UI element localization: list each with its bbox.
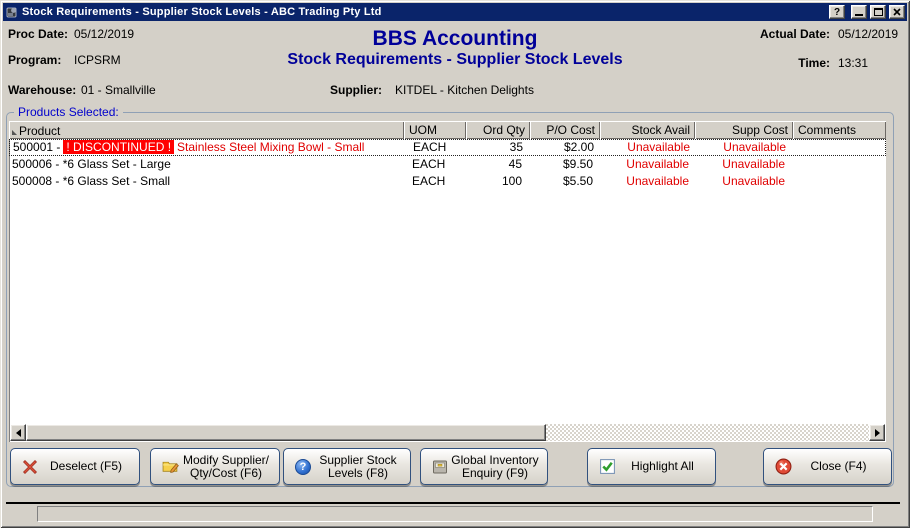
stock-avail-cell: Unavailable [601,140,696,155]
global-inventory-enquiry-button[interactable]: Global Inventory Enquiry (F9) [420,448,548,485]
modify-supplier-button[interactable]: Modify Supplier/ Qty/Cost (F6) [150,448,280,485]
supp-cost-cell: Unavailable [696,140,794,155]
scrollbar-track[interactable] [546,424,869,441]
deselect-button[interactable]: Deselect (F5) [10,448,140,485]
sort-indicator-icon [12,130,17,135]
global-inventory-enquiry-button-label: Global Inventory Enquiry (F9) [449,454,541,480]
proc-date-label: Proc Date: [8,27,68,41]
ord-qty-cell: 45 [466,156,530,173]
po-cost-cell: $5.50 [530,173,600,190]
warehouse-value: 01 - Smallville [81,83,156,97]
products-table: Product UOM Ord Qty P/O Cost Stock Avail… [9,121,886,442]
maximize-button[interactable] [870,5,886,19]
comments-cell [794,140,885,155]
app-icon [5,5,19,19]
supplier-value: KITDEL - Kitchen Delights [395,83,534,97]
column-header-stock-avail[interactable]: Stock Avail [600,121,695,139]
horizontal-scrollbar[interactable] [10,424,885,441]
highlight-all-button[interactable]: Highlight All [587,448,716,485]
supplier-stock-levels-button[interactable]: ? Supplier Stock Levels (F8) [283,448,411,485]
divider [6,502,900,504]
supplier-label: Supplier: [330,83,382,97]
actual-date-value: 05/12/2019 [838,27,898,41]
column-header-supp-cost[interactable]: Supp Cost [695,121,793,139]
column-header-comments[interactable]: Comments [793,121,886,139]
uom-cell: EACH [404,156,466,173]
close-icon [893,8,901,16]
product-cell: 500008 - *6 Glass Set - Small [9,173,404,190]
deselect-button-label: Deselect (F5) [39,460,133,473]
red-x-icon [21,458,39,476]
scroll-left-button[interactable] [10,424,26,441]
time-value: 13:31 [838,56,868,70]
product-cell: 500006 - *6 Glass Set - Large [9,156,404,173]
app-title: BBS Accounting [255,27,655,51]
program-label: Program: [8,53,61,67]
arrow-left-icon [16,429,21,437]
po-cost-cell: $2.00 [531,140,601,155]
titlebar: Stock Requirements - Supplier Stock Leve… [3,3,907,21]
minimize-button[interactable] [851,5,867,19]
cabinet-icon [431,458,449,476]
maximize-icon [874,8,883,16]
help-button[interactable]: ? [829,5,845,19]
product-description: Stainless Steel Mixing Bowl - Small [177,140,364,154]
supp-cost-cell: Unavailable [695,173,793,190]
comments-cell [793,173,886,190]
scroll-right-button[interactable] [869,424,885,441]
time-label: Time: [748,56,830,70]
table-row[interactable]: 500006 - *6 Glass Set - Large EACH 45 $9… [9,156,886,173]
minimize-icon [855,14,863,16]
supp-cost-cell: Unavailable [695,156,793,173]
supplier-stock-levels-button-label: Supplier Stock Levels (F8) [312,454,404,480]
discontinued-flag: ! DISCONTINUED ! [63,140,174,154]
table-row[interactable]: 500001 -! DISCONTINUED !Stainless Steel … [9,139,886,156]
question-icon: ? [834,7,840,18]
warehouse-label: Warehouse: [8,83,76,97]
screen-title: Stock Requirements - Supplier Stock Leve… [155,51,755,69]
actual-date-label: Actual Date: [748,27,830,41]
uom-cell: EACH [405,140,467,155]
product-cell: 500001 -! DISCONTINUED !Stainless Steel … [10,140,405,155]
window-title: Stock Requirements - Supplier Stock Leve… [22,6,826,18]
close-f4-button[interactable]: Close (F4) [763,448,892,485]
edit-folder-icon [161,458,179,476]
window: Stock Requirements - Supplier Stock Leve… [0,0,910,528]
product-code: 500001 - [13,140,60,154]
products-group-label: Products Selected: [14,105,123,119]
ord-qty-cell: 100 [466,173,530,190]
arrow-right-icon [875,429,880,437]
modify-supplier-button-label: Modify Supplier/ Qty/Cost (F6) [179,454,273,480]
comments-cell [793,156,886,173]
close-f4-button-label: Close (F4) [792,460,885,473]
program-value: ICPSRM [74,53,121,67]
scrollbar-thumb[interactable] [26,424,546,441]
question-glyph: ? [300,461,307,473]
products-table-header: Product UOM Ord Qty P/O Cost Stock Avail… [9,121,886,139]
checkbox-check-icon [598,458,616,476]
po-cost-cell: $9.50 [530,156,600,173]
status-message-field [37,506,873,522]
table-row[interactable]: 500008 - *6 Glass Set - Small EACH 100 $… [9,173,886,190]
close-button[interactable] [889,5,905,19]
column-header-product[interactable]: Product [9,121,404,139]
question-ball-icon: ? [294,458,312,476]
stock-avail-cell: Unavailable [600,156,695,173]
red-close-ball-icon [774,458,792,476]
column-header-uom[interactable]: UOM [404,121,466,139]
column-header-product-label: Product [19,124,60,138]
uom-cell: EACH [404,173,466,190]
highlight-all-button-label: Highlight All [616,460,709,473]
stock-avail-cell: Unavailable [600,173,695,190]
ord-qty-cell: 35 [467,140,531,155]
column-header-ord-qty[interactable]: Ord Qty [466,121,530,139]
column-header-po-cost[interactable]: P/O Cost [530,121,600,139]
proc-date-value: 05/12/2019 [74,27,134,41]
